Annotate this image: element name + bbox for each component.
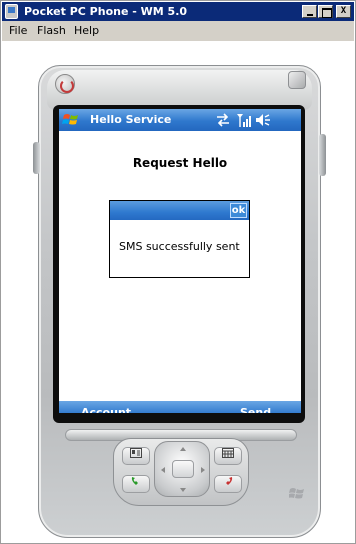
- pocket-pc-device: Hello Service Request Hello ok SMS succe…: [33, 65, 326, 538]
- top-right-button[interactable]: [288, 71, 306, 89]
- dpad-center-button[interactable]: [172, 460, 194, 478]
- power-button[interactable]: [55, 74, 75, 94]
- request-hello-title: Request Hello: [132, 156, 228, 170]
- signal-icon[interactable]: [236, 113, 252, 127]
- status-bar: Hello Service: [59, 109, 301, 131]
- softkey-send[interactable]: Send: [240, 401, 271, 413]
- minimize-button[interactable]: [302, 5, 317, 18]
- dialog-message: SMS successfully sent: [119, 240, 240, 253]
- dpad-left-icon[interactable]: [161, 467, 165, 473]
- directional-pad[interactable]: [154, 441, 210, 497]
- call-button[interactable]: [122, 475, 150, 493]
- end-call-button[interactable]: [214, 475, 242, 493]
- close-button[interactable]: X: [336, 5, 351, 18]
- menu-help[interactable]: Help: [74, 21, 99, 41]
- contacts-button[interactable]: [122, 447, 150, 465]
- volume-icon[interactable]: [255, 113, 271, 127]
- emulator-client-area: Hello Service Request Hello ok SMS succe…: [2, 41, 354, 543]
- connectivity-icon[interactable]: [215, 113, 231, 127]
- calendar-icon: [222, 448, 234, 458]
- menu-file[interactable]: File: [9, 21, 27, 41]
- dialog-titlebar: ok: [110, 201, 249, 220]
- phone-end-icon: [226, 477, 233, 485]
- contacts-icon: [130, 448, 142, 458]
- window-titlebar[interactable]: Pocket PC Phone - WM 5.0 X: [2, 2, 354, 21]
- device-top-panel: [47, 70, 312, 110]
- start-menu-icon[interactable]: [62, 111, 80, 129]
- maximize-button[interactable]: [318, 5, 333, 18]
- side-button-left[interactable]: [33, 142, 40, 174]
- close-icon: X: [340, 6, 347, 16]
- ok-button[interactable]: ok: [230, 203, 247, 218]
- device-screen[interactable]: Hello Service Request Hello ok SMS succe…: [59, 109, 301, 413]
- softkey-bar: Account Send: [59, 401, 301, 413]
- status-bar-title: Hello Service: [90, 113, 172, 126]
- softkey-account[interactable]: Account: [81, 401, 131, 413]
- hardware-keypad: [113, 438, 249, 506]
- dpad-right-icon[interactable]: [201, 467, 205, 473]
- windows-logo-icon: [289, 488, 304, 499]
- phone-call-icon: [131, 477, 138, 485]
- dpad-up-icon[interactable]: [180, 447, 186, 451]
- message-dialog: ok SMS successfully sent: [109, 200, 250, 278]
- dpad-down-icon[interactable]: [180, 488, 186, 492]
- calendar-button[interactable]: [214, 447, 242, 465]
- side-button-right[interactable]: [319, 134, 326, 176]
- emulator-window: Pocket PC Phone - WM 5.0 X File Flash He…: [0, 0, 356, 544]
- emulator-app-icon: [5, 4, 18, 19]
- menu-bar: File Flash Help: [2, 21, 354, 41]
- window-title: Pocket PC Phone - WM 5.0: [24, 5, 188, 18]
- menu-flash[interactable]: Flash: [37, 21, 66, 41]
